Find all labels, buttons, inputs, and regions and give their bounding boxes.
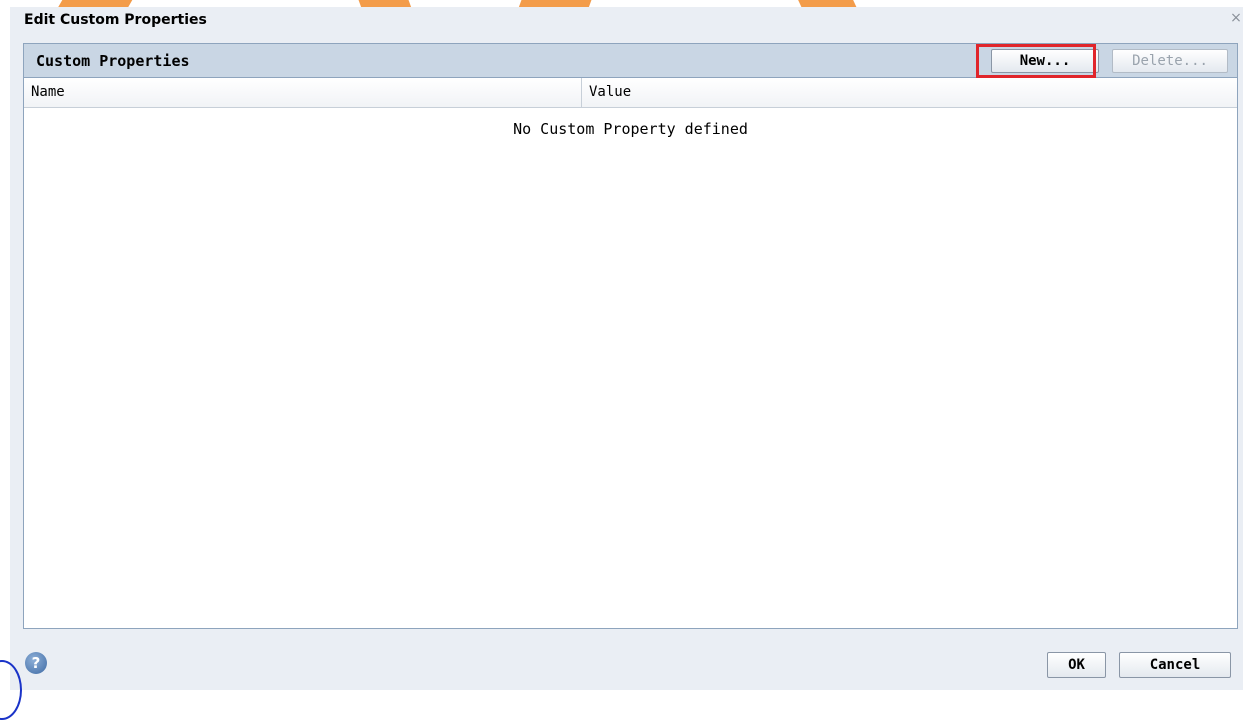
- ok-button[interactable]: OK: [1047, 652, 1106, 678]
- new-button[interactable]: New...: [991, 49, 1099, 73]
- panel-title: Custom Properties: [36, 52, 190, 70]
- delete-button[interactable]: Delete...: [1112, 49, 1228, 73]
- panel-header: Custom Properties New... Delete...: [24, 44, 1237, 78]
- table-header: Name Value: [24, 78, 1237, 108]
- custom-properties-panel: Custom Properties New... Delete... Name …: [23, 43, 1238, 629]
- column-header-value[interactable]: Value: [582, 78, 1237, 107]
- help-icon[interactable]: ?: [25, 652, 47, 674]
- cancel-button[interactable]: Cancel: [1119, 652, 1231, 678]
- close-icon[interactable]: ×: [1229, 11, 1243, 25]
- column-header-name[interactable]: Name: [24, 78, 582, 107]
- dialog-title: Edit Custom Properties: [24, 12, 207, 28]
- empty-table-message: No Custom Property defined: [513, 120, 748, 138]
- edit-custom-properties-dialog: Edit Custom Properties × Custom Properti…: [10, 7, 1243, 690]
